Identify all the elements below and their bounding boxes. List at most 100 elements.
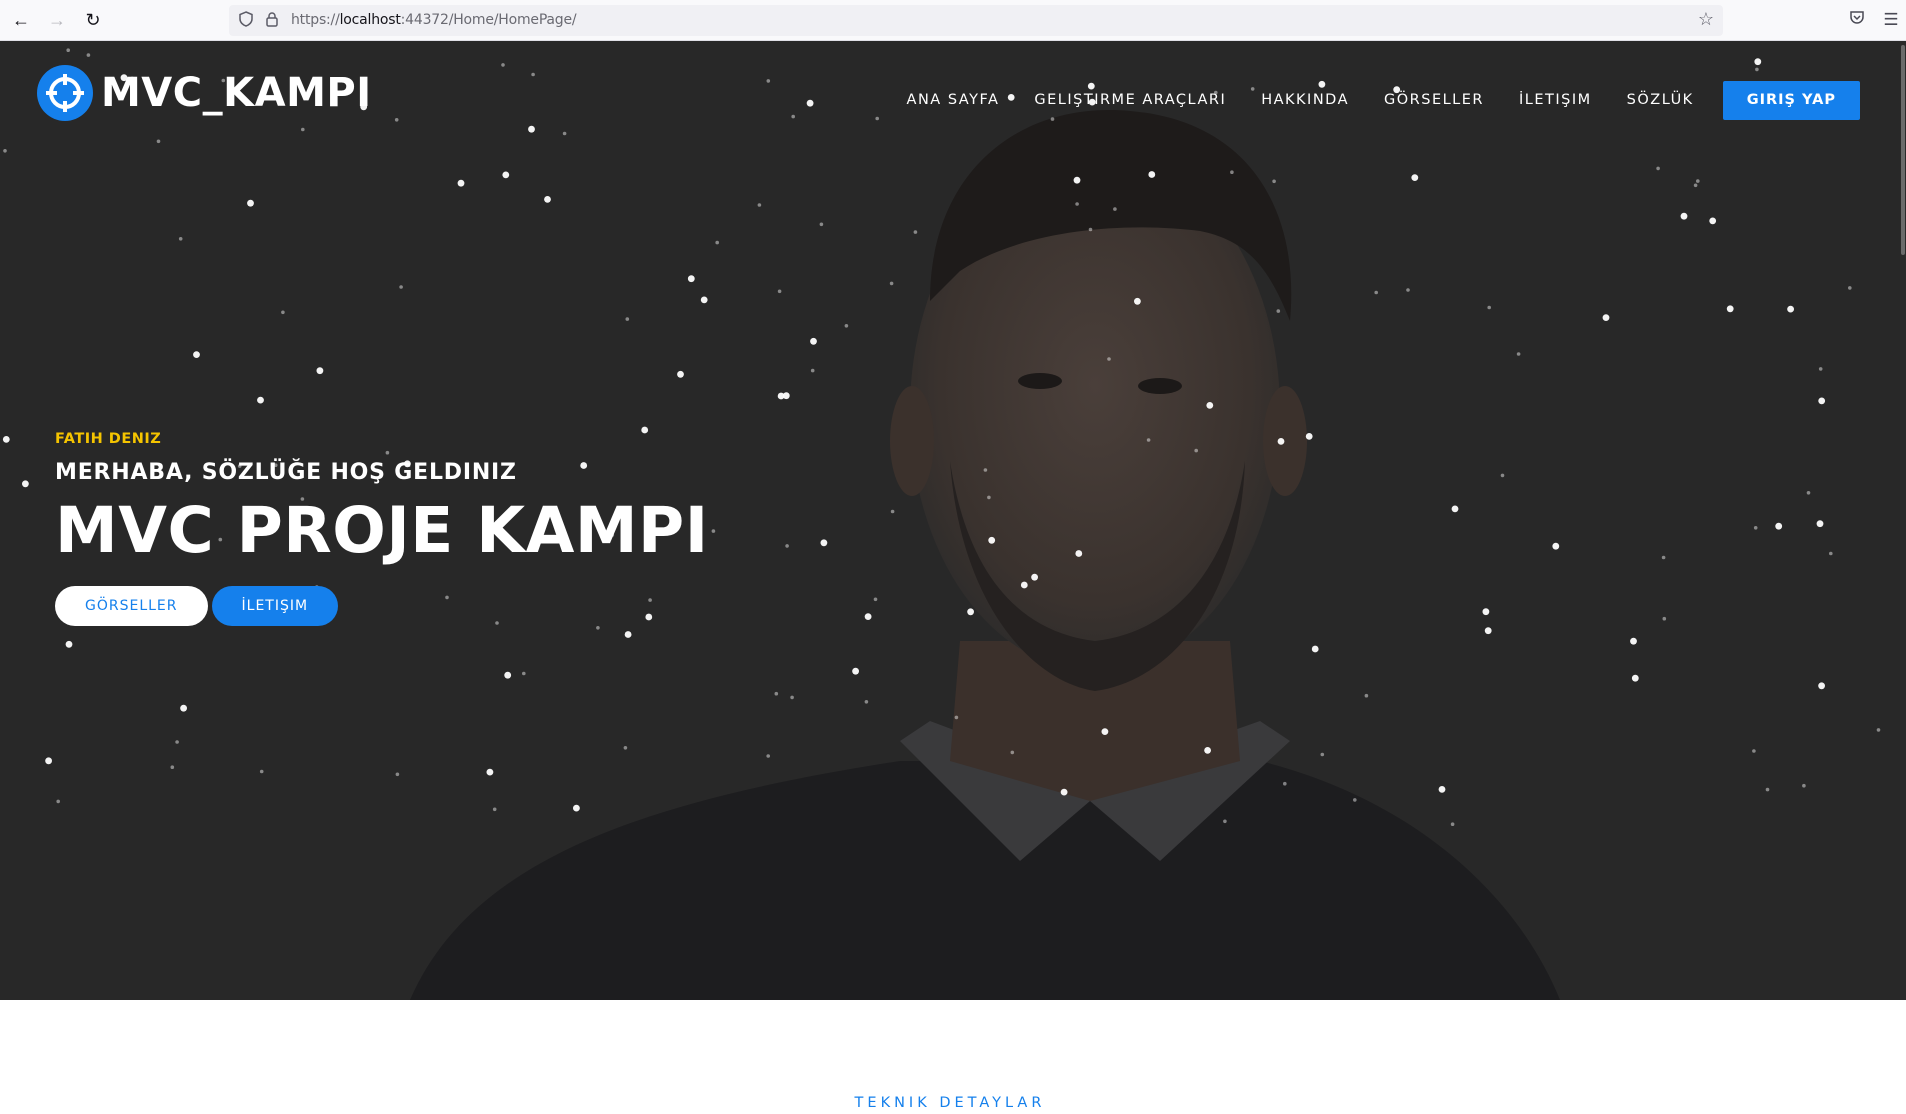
particle-dot <box>819 222 824 227</box>
particle-dot <box>1075 202 1079 206</box>
nav-gorseller[interactable]: GÖRSELLER <box>1384 92 1484 108</box>
particle-dot <box>544 196 551 203</box>
particle-dot <box>889 281 894 286</box>
particle-dot <box>193 351 200 358</box>
particle-dot <box>1283 781 1287 786</box>
nav-ana-sayfa[interactable]: ANA SAYFA <box>907 92 1000 108</box>
address-bar[interactable]: https://localhost:44372/Home/HomePage/ ☆ <box>229 5 1723 36</box>
particle-dot <box>782 392 790 400</box>
url-prefix: https:// <box>291 12 340 28</box>
particle-dot <box>1450 822 1455 826</box>
particle-dot <box>247 199 254 207</box>
particle-dot <box>1775 522 1783 530</box>
lock-icon[interactable] <box>263 11 281 29</box>
particle-dot <box>1631 674 1639 682</box>
particle-dot <box>259 769 264 774</box>
particle-dot <box>711 529 716 533</box>
particle-dot <box>1451 505 1459 513</box>
particle-dot <box>1075 550 1083 557</box>
particle-dot <box>1680 212 1688 220</box>
particle-dot <box>1500 473 1505 478</box>
nav-hakkinda[interactable]: HAKKINDA <box>1261 92 1349 108</box>
url-text[interactable]: https://localhost:44372/Home/HomePage/ <box>291 12 577 28</box>
particle-dot <box>1876 728 1881 732</box>
contact-button[interactable]: İLETIŞIM <box>211 586 339 626</box>
particle-dot <box>1818 682 1825 690</box>
particle-dot <box>66 48 70 52</box>
particle-dot <box>1088 227 1093 232</box>
particle-dot <box>1630 637 1637 645</box>
particle-dot <box>1101 728 1109 735</box>
particle-dot <box>1272 179 1276 184</box>
section-title: TEKNIK DETAYLAR <box>854 1095 1046 1111</box>
browser-toolbar: ← → ↻ https://localhost:44372/Home/HomeP… <box>0 0 1906 41</box>
particle-dot <box>1818 367 1823 371</box>
shield-icon[interactable] <box>237 11 255 29</box>
pocket-icon[interactable] <box>1846 9 1868 31</box>
particle-dot <box>1765 787 1770 792</box>
scrollbar-thumb[interactable] <box>1901 45 1905 255</box>
particle-dot <box>810 368 815 373</box>
particle-dot <box>677 370 684 378</box>
particle-dot <box>1206 402 1214 409</box>
url-path: :44372/Home/HomePage/ <box>400 12 577 28</box>
particle-dot <box>1305 433 1313 440</box>
nav-iletisim[interactable]: İLETIŞIM <box>1519 92 1592 108</box>
particle-dot <box>316 367 324 375</box>
particle-dot <box>180 704 188 712</box>
forward-arrow-icon[interactable]: → <box>45 8 69 32</box>
particle-dot <box>486 768 494 776</box>
hero-kicker: FATIH DENIZ <box>55 431 162 447</box>
particle-dot <box>1134 297 1141 305</box>
nav-sozluk[interactable]: SÖZLÜK <box>1627 92 1694 108</box>
particle-dot <box>1661 555 1666 560</box>
bookmark-star-icon[interactable]: ☆ <box>1697 10 1715 28</box>
particle-dot <box>522 671 526 676</box>
particle-dot <box>1696 179 1700 183</box>
particle-dot <box>988 536 996 544</box>
page-scrollbar[interactable] <box>1900 41 1906 1000</box>
particle-dot <box>864 700 869 704</box>
particle-dot <box>531 72 535 77</box>
reload-icon[interactable]: ↻ <box>81 8 105 32</box>
hamburger-menu-icon[interactable]: ☰ <box>1880 9 1902 31</box>
particle-dot <box>562 131 567 136</box>
particle-dot <box>1752 749 1756 753</box>
particle-dot <box>1848 286 1852 290</box>
particle-dot <box>1755 67 1759 72</box>
particle-dot <box>1787 305 1794 313</box>
particle-dot <box>3 149 7 153</box>
particle-dot <box>1662 616 1667 621</box>
particle-dot <box>504 671 512 679</box>
particle-dot <box>501 63 505 67</box>
particle-dot <box>623 746 628 750</box>
particle-dot <box>86 53 91 57</box>
gallery-button[interactable]: GÖRSELLER <box>55 586 208 626</box>
particle-dot <box>399 285 403 289</box>
particle-dot <box>1020 581 1028 589</box>
particle-dot <box>1482 608 1490 616</box>
particle-dot <box>1753 526 1758 530</box>
particle-dot <box>1194 448 1198 453</box>
login-button[interactable]: GIRIŞ YAP <box>1722 80 1860 120</box>
particle-dot <box>624 631 632 638</box>
particle-dot <box>844 324 849 328</box>
site-logo[interactable]: MVC_KAMPI <box>37 65 372 121</box>
particle-dot <box>852 667 859 675</box>
particle-dot <box>1693 183 1698 188</box>
particle-dot <box>1148 171 1156 178</box>
particle-dot <box>65 640 73 648</box>
main-nav: ANA SAYFA GELIŞTIRME ARAÇLARI HAKKINDA G… <box>872 80 1860 120</box>
particle-dot <box>700 296 708 304</box>
particle-dot <box>1353 798 1357 802</box>
particle-dot <box>1516 352 1521 356</box>
back-arrow-icon[interactable]: ← <box>9 8 33 32</box>
particle-dot <box>791 114 795 119</box>
particle-dot <box>1487 305 1491 310</box>
particle-dot <box>983 468 988 472</box>
particle-dot <box>1364 693 1369 698</box>
particle-dot <box>1223 819 1227 824</box>
particle-dot <box>395 772 400 777</box>
particle-dot <box>1829 551 1833 556</box>
nav-gelistirme-araclari[interactable]: GELIŞTIRME ARAÇLARI <box>1034 92 1226 108</box>
